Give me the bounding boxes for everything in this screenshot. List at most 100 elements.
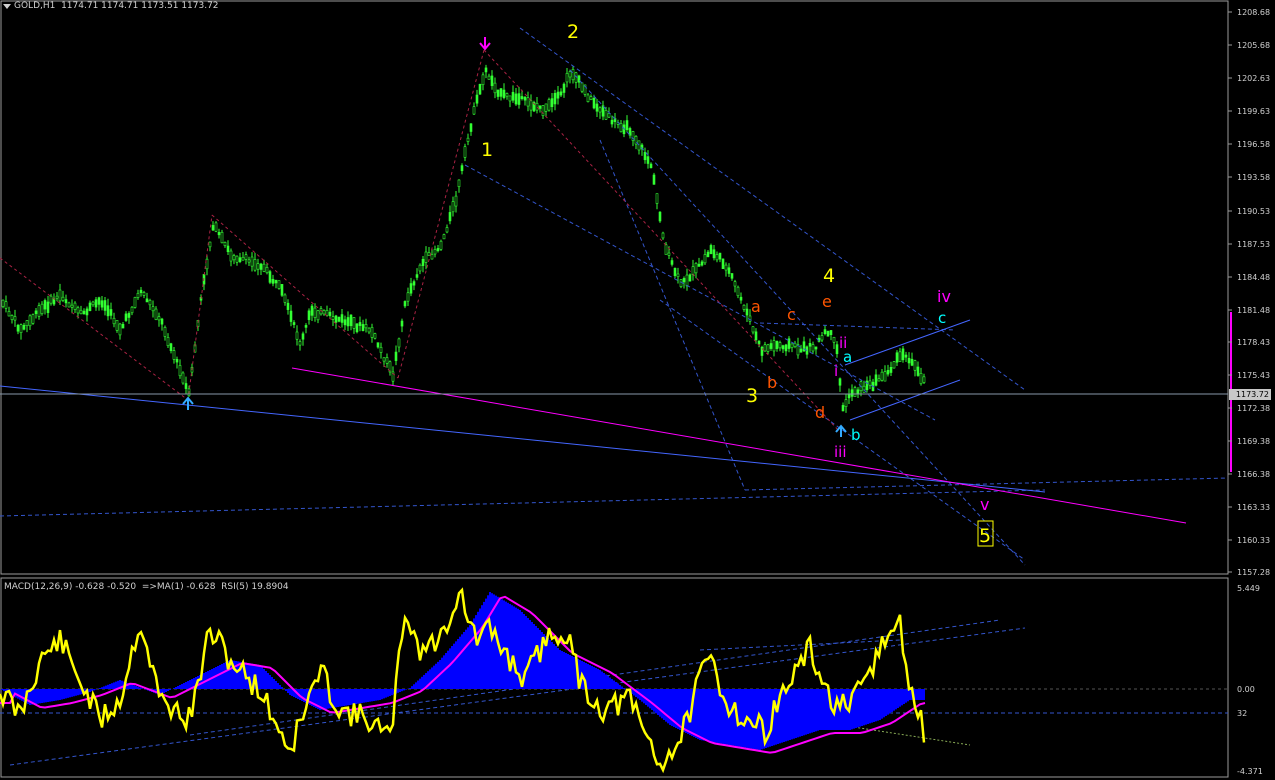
candle-body: [544, 103, 548, 112]
candle-body: [85, 308, 89, 316]
candle-body: [79, 309, 83, 315]
candle-body: [841, 405, 845, 412]
wave-label-a-cyan: a: [843, 348, 852, 366]
candle-body: [229, 250, 233, 262]
candle-body: [82, 310, 86, 315]
candle-body: [589, 96, 593, 100]
candle-body: [856, 389, 860, 394]
candle-body: [883, 371, 887, 382]
candle-body: [349, 314, 353, 327]
candle-body: [67, 302, 71, 308]
candle-body: [334, 315, 338, 323]
candle-body: [253, 259, 257, 271]
symbol-menu-icon[interactable]: [3, 4, 11, 9]
candle-body: [835, 344, 839, 355]
price-axis-label: 1160.33: [1237, 536, 1270, 545]
candle-body: [73, 302, 77, 310]
candle-body: [568, 71, 572, 78]
candle-body: [145, 298, 149, 303]
candle-body: [823, 329, 827, 334]
wave-label-i: i: [834, 362, 838, 380]
candle-body: [310, 305, 314, 316]
candle-body: [244, 254, 248, 260]
candle-body: [58, 289, 62, 302]
candle-body: [451, 201, 455, 213]
candle-body: [340, 314, 344, 323]
candle-body: [283, 294, 287, 303]
candle-body: [658, 211, 662, 222]
candle-body: [736, 286, 740, 297]
candle-body: [655, 193, 659, 204]
candle-body: [19, 324, 23, 334]
candle-body: [778, 342, 782, 349]
indicator-axis-label: 32: [1237, 709, 1247, 718]
candle-body: [136, 292, 140, 298]
price-axis-label: 1157.28: [1237, 568, 1270, 577]
candle-body: [37, 305, 41, 317]
candle-body: [232, 255, 236, 261]
candle-body: [43, 300, 47, 310]
candle-body: [463, 146, 467, 158]
candle-body: [511, 91, 515, 101]
candle-body: [286, 302, 290, 310]
candle-body: [394, 351, 398, 361]
candle-body: [709, 245, 713, 255]
wave-label-b-cyan: b: [851, 426, 861, 444]
candle-body: [529, 100, 533, 111]
candle-body: [853, 387, 857, 397]
candle-body: [274, 279, 278, 284]
candle-body: [742, 304, 746, 310]
candle-body: [682, 278, 686, 283]
candle-body: [475, 94, 479, 104]
candle-body: [814, 346, 818, 350]
candle-body: [139, 289, 143, 294]
candle-body: [538, 105, 542, 109]
price-axis-label: 1175.43: [1237, 371, 1270, 380]
candle-body: [607, 113, 611, 118]
candle-body: [703, 254, 707, 264]
candle-body: [91, 301, 95, 306]
candle-body: [553, 92, 557, 105]
candle-body: [670, 260, 674, 265]
candle-body: [832, 336, 836, 343]
candle-body: [847, 394, 851, 399]
indicator-axis-label: -4.371: [1237, 767, 1263, 776]
candle-body: [610, 119, 614, 125]
wave-label-2: 2: [567, 21, 579, 43]
candle-body: [844, 399, 848, 408]
candle-body: [730, 273, 734, 279]
candle-body: [355, 323, 359, 333]
candle-body: [586, 94, 590, 102]
candle-body: [169, 343, 173, 351]
candle-body: [436, 248, 440, 252]
candle-body: [916, 366, 920, 376]
candle-body: [673, 267, 677, 276]
candle-body: [94, 299, 98, 308]
candle-body: [490, 75, 494, 86]
candle-body: [907, 357, 911, 364]
candle-body: [430, 254, 434, 260]
wave-label-1: 1: [481, 139, 493, 161]
candle-body: [172, 350, 176, 360]
candle-body: [676, 273, 680, 278]
price-axis-label: 1169.38: [1237, 437, 1270, 446]
candle-body: [727, 267, 731, 274]
candle-body: [562, 83, 566, 93]
candle-body: [34, 310, 38, 314]
chart-canvas[interactable]: 1 2 3 4 5 a b c d e i ii iii iv v a b c …: [0, 0, 1275, 780]
candle-body: [175, 359, 179, 363]
candle-body: [127, 313, 131, 318]
candle-body: [313, 307, 317, 318]
candle-body: [178, 365, 182, 377]
candle-body: [184, 383, 188, 389]
candle-body: [481, 74, 485, 86]
candle-body: [493, 82, 497, 94]
candle-body: [889, 367, 893, 373]
candle-body: [697, 263, 701, 267]
candle-body: [523, 96, 527, 101]
candle-body: [298, 341, 302, 346]
candle-body: [370, 327, 374, 338]
candle-body: [784, 344, 788, 352]
candle-body: [226, 245, 230, 253]
candle-body: [151, 306, 155, 312]
